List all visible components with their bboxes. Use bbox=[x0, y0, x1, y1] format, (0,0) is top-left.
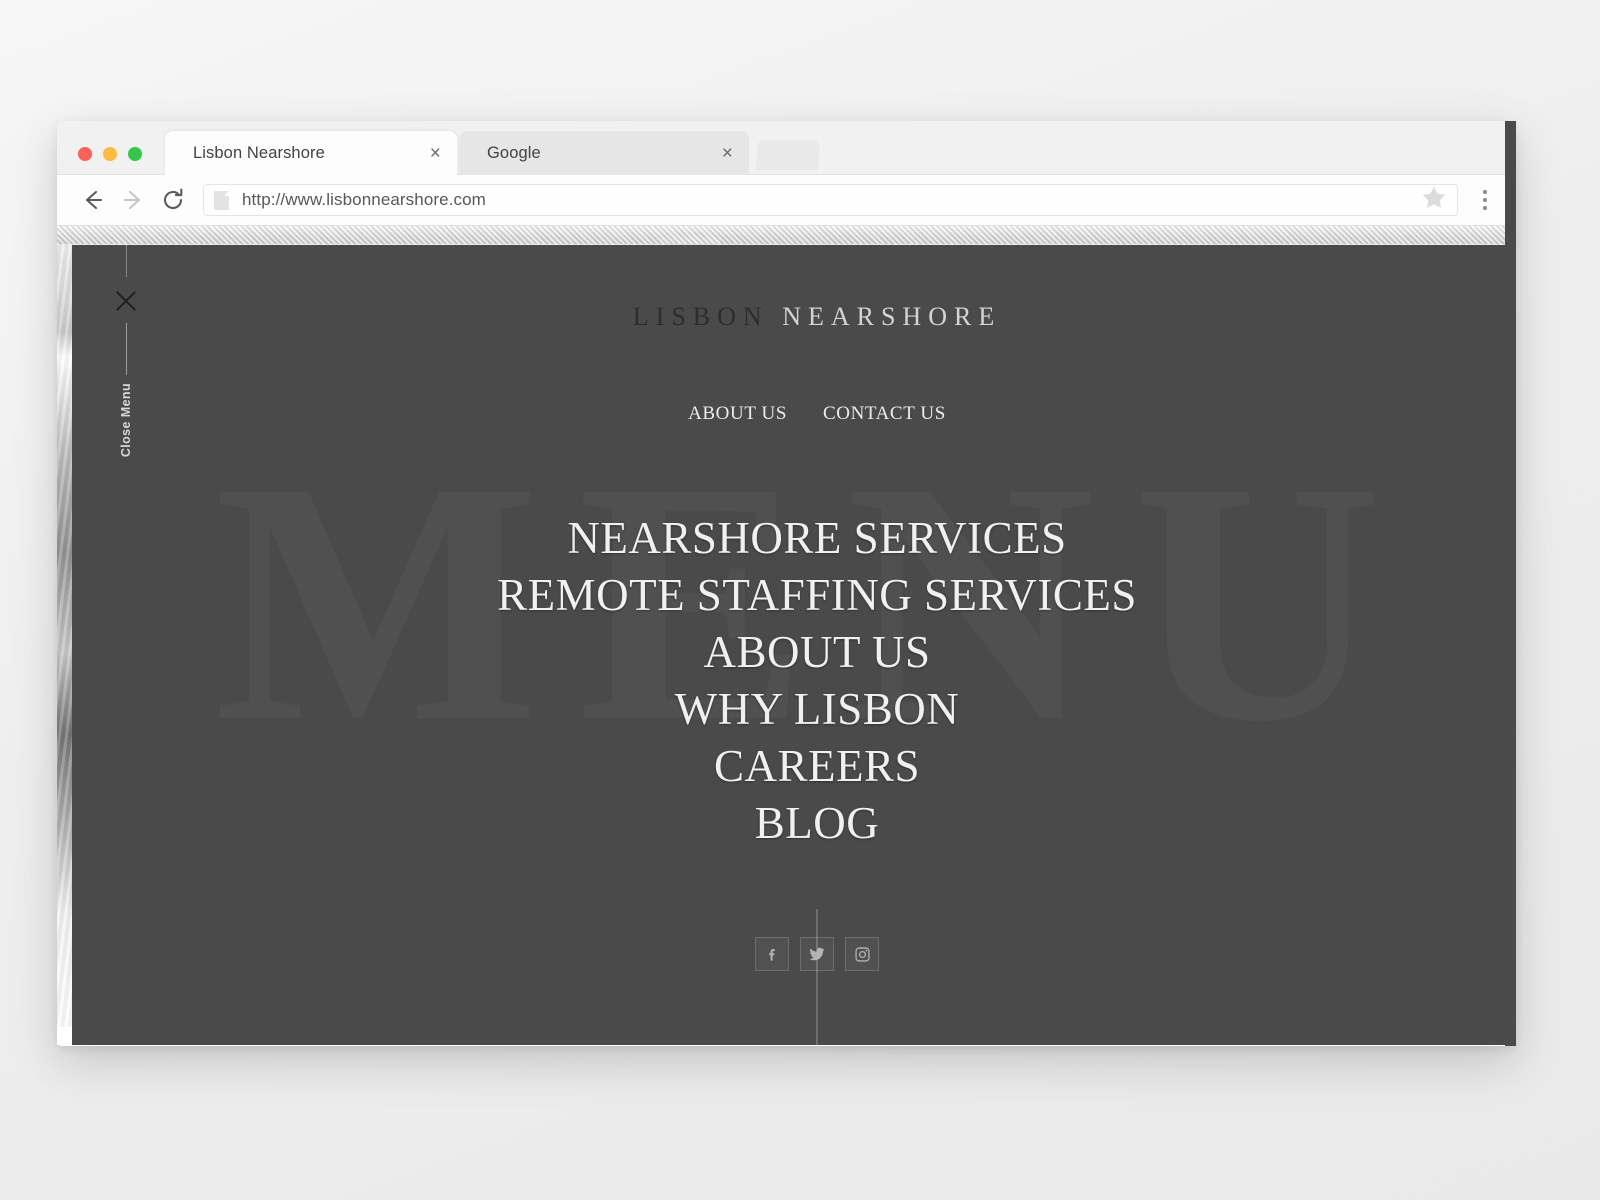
brand-word-lisbon: LISBON bbox=[632, 302, 769, 331]
rail-line-top bbox=[125, 245, 127, 277]
tab-close-icon[interactable]: × bbox=[430, 144, 441, 163]
reload-icon[interactable] bbox=[153, 180, 193, 220]
menu-item-nearshore-services[interactable]: NEARSHORE SERVICES bbox=[72, 510, 1516, 567]
menu-item-why-lisbon[interactable]: WHY LISBON bbox=[72, 681, 1516, 738]
browser-toolbar: http://www.lisbonnearshore.com bbox=[57, 175, 1516, 226]
forward-arrow-icon[interactable] bbox=[113, 180, 153, 220]
menu-item-blog[interactable]: BLOG bbox=[72, 795, 1516, 852]
page-viewport: MENU Close Menu LISBON NEARSHORE ABOUT U… bbox=[57, 226, 1516, 1045]
twitter-icon[interactable] bbox=[800, 937, 834, 971]
social-rail-line bbox=[816, 909, 818, 1045]
facebook-icon[interactable] bbox=[755, 937, 789, 971]
menu-item-remote-staffing-services[interactable]: REMOTE STAFFING SERVICES bbox=[72, 567, 1516, 624]
kebab-menu-icon[interactable] bbox=[1470, 183, 1500, 217]
address-bar[interactable]: http://www.lisbonnearshore.com bbox=[203, 184, 1458, 216]
close-menu-rail[interactable]: Close Menu bbox=[108, 245, 144, 457]
window-minimize-button[interactable] bbox=[103, 147, 117, 161]
site-brand-logo[interactable]: LISBON NEARSHORE bbox=[72, 302, 1516, 332]
tab-title: Google bbox=[487, 143, 541, 162]
window-traffic-lights bbox=[78, 147, 142, 161]
nav-link-about-us[interactable]: ABOUT US bbox=[688, 403, 787, 425]
menu-item-careers[interactable]: CAREERS bbox=[72, 738, 1516, 795]
brand-word-nearshore: NEARSHORE bbox=[782, 302, 1002, 331]
fullscreen-menu-overlay: MENU Close Menu LISBON NEARSHORE ABOUT U… bbox=[72, 245, 1516, 1045]
back-arrow-icon[interactable] bbox=[73, 180, 113, 220]
social-links-row bbox=[72, 937, 1516, 971]
primary-menu-list: NEARSHORE SERVICES REMOTE STAFFING SERVI… bbox=[72, 510, 1516, 852]
overlay-overflow-right bbox=[1505, 121, 1516, 1046]
nav-link-contact-us[interactable]: CONTACT US bbox=[823, 403, 946, 425]
tab-title: Lisbon Nearshore bbox=[193, 143, 325, 162]
menu-item-about-us[interactable]: ABOUT US bbox=[72, 624, 1516, 681]
window-zoom-button[interactable] bbox=[128, 147, 142, 161]
site-header-band bbox=[57, 226, 1516, 248]
browser-window: Lisbon Nearshore × Google × http://www.l… bbox=[57, 121, 1516, 1046]
tab-close-icon[interactable]: × bbox=[722, 144, 733, 163]
url-text: http://www.lisbonnearshore.com bbox=[242, 190, 486, 209]
tab-lisbon-nearshore[interactable]: Lisbon Nearshore × bbox=[165, 131, 457, 175]
window-close-button[interactable] bbox=[78, 147, 92, 161]
instagram-icon[interactable] bbox=[845, 937, 879, 971]
new-tab-button[interactable] bbox=[755, 140, 821, 170]
document-icon bbox=[214, 190, 229, 210]
tab-google[interactable]: Google × bbox=[459, 131, 749, 175]
browser-tab-strip: Lisbon Nearshore × Google × bbox=[57, 121, 1516, 175]
secondary-nav: ABOUT US CONTACT US bbox=[72, 403, 1516, 425]
star-icon[interactable] bbox=[1421, 185, 1447, 215]
